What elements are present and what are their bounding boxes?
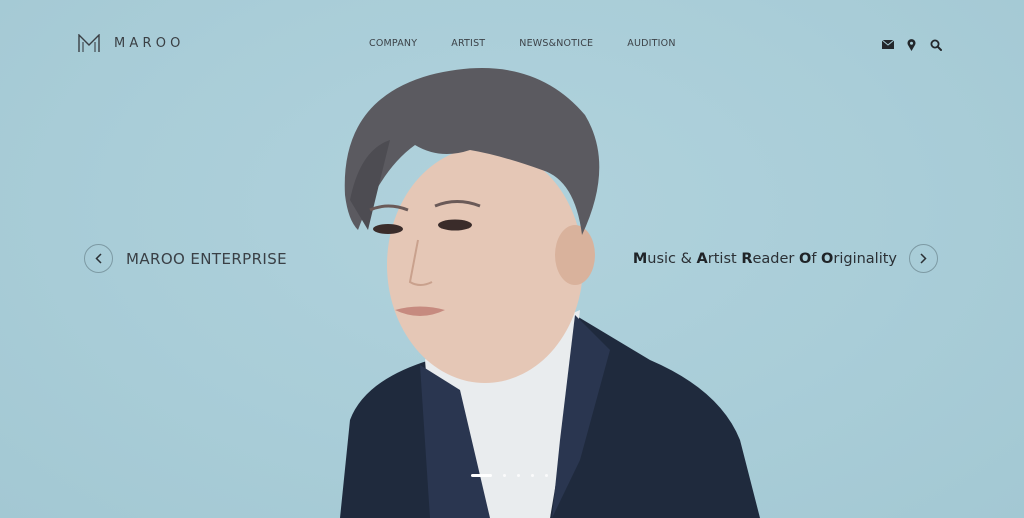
slogan-part: rtist <box>707 250 742 267</box>
slogan-part: R <box>741 250 753 267</box>
maroo-m-logo-icon <box>78 33 100 52</box>
pagination-dot[interactable] <box>531 474 534 477</box>
slogan-part: eader <box>752 250 799 267</box>
slogan-part: O <box>799 250 812 267</box>
pagination-dot[interactable] <box>517 474 520 477</box>
site-header: MAROO COMPANY ARTIST NEWS&NOTICE AUDITIO… <box>0 0 1024 86</box>
slogan-part: O <box>821 250 834 267</box>
slide-pagination <box>471 474 559 477</box>
slogan-part: A <box>696 250 708 267</box>
location-pin-icon[interactable] <box>905 38 918 51</box>
pagination-dot[interactable] <box>545 474 548 477</box>
pagination-dot[interactable] <box>503 474 506 477</box>
brand-name: MAROO <box>114 35 185 51</box>
slogan-part: usic & <box>647 250 697 267</box>
nav-audition[interactable]: AUDITION <box>627 38 675 49</box>
hero-slide: MAROO COMPANY ARTIST NEWS&NOTICE AUDITIO… <box>0 0 1024 518</box>
chevron-right-icon <box>920 253 927 264</box>
mail-icon[interactable] <box>881 38 894 51</box>
nav-news-notice[interactable]: NEWS&NOTICE <box>519 38 593 49</box>
pagination-dot-active[interactable] <box>471 474 492 477</box>
nav-company[interactable]: COMPANY <box>369 38 417 49</box>
search-icon[interactable] <box>929 38 942 51</box>
prev-slide-button[interactable] <box>84 244 113 273</box>
next-slide-button[interactable] <box>909 244 938 273</box>
chevron-left-icon <box>95 253 102 264</box>
slogan-part: riginality <box>833 250 897 267</box>
hero-artist-image <box>340 68 760 518</box>
logo[interactable]: MAROO <box>78 33 185 53</box>
company-caption: MAROO ENTERPRISE <box>126 249 288 268</box>
main-nav: COMPANY ARTIST NEWS&NOTICE AUDITION <box>369 38 710 49</box>
utility-icons <box>881 38 953 51</box>
slogan-part: f <box>811 250 822 267</box>
right-caption: Music & Artist Reader Of Originality <box>633 244 938 273</box>
slogan-caption: Music & Artist Reader Of Originality <box>633 251 897 267</box>
left-caption: MAROO ENTERPRISE <box>84 244 287 273</box>
nav-artist[interactable]: ARTIST <box>451 38 485 49</box>
slogan-part: M <box>632 250 648 267</box>
